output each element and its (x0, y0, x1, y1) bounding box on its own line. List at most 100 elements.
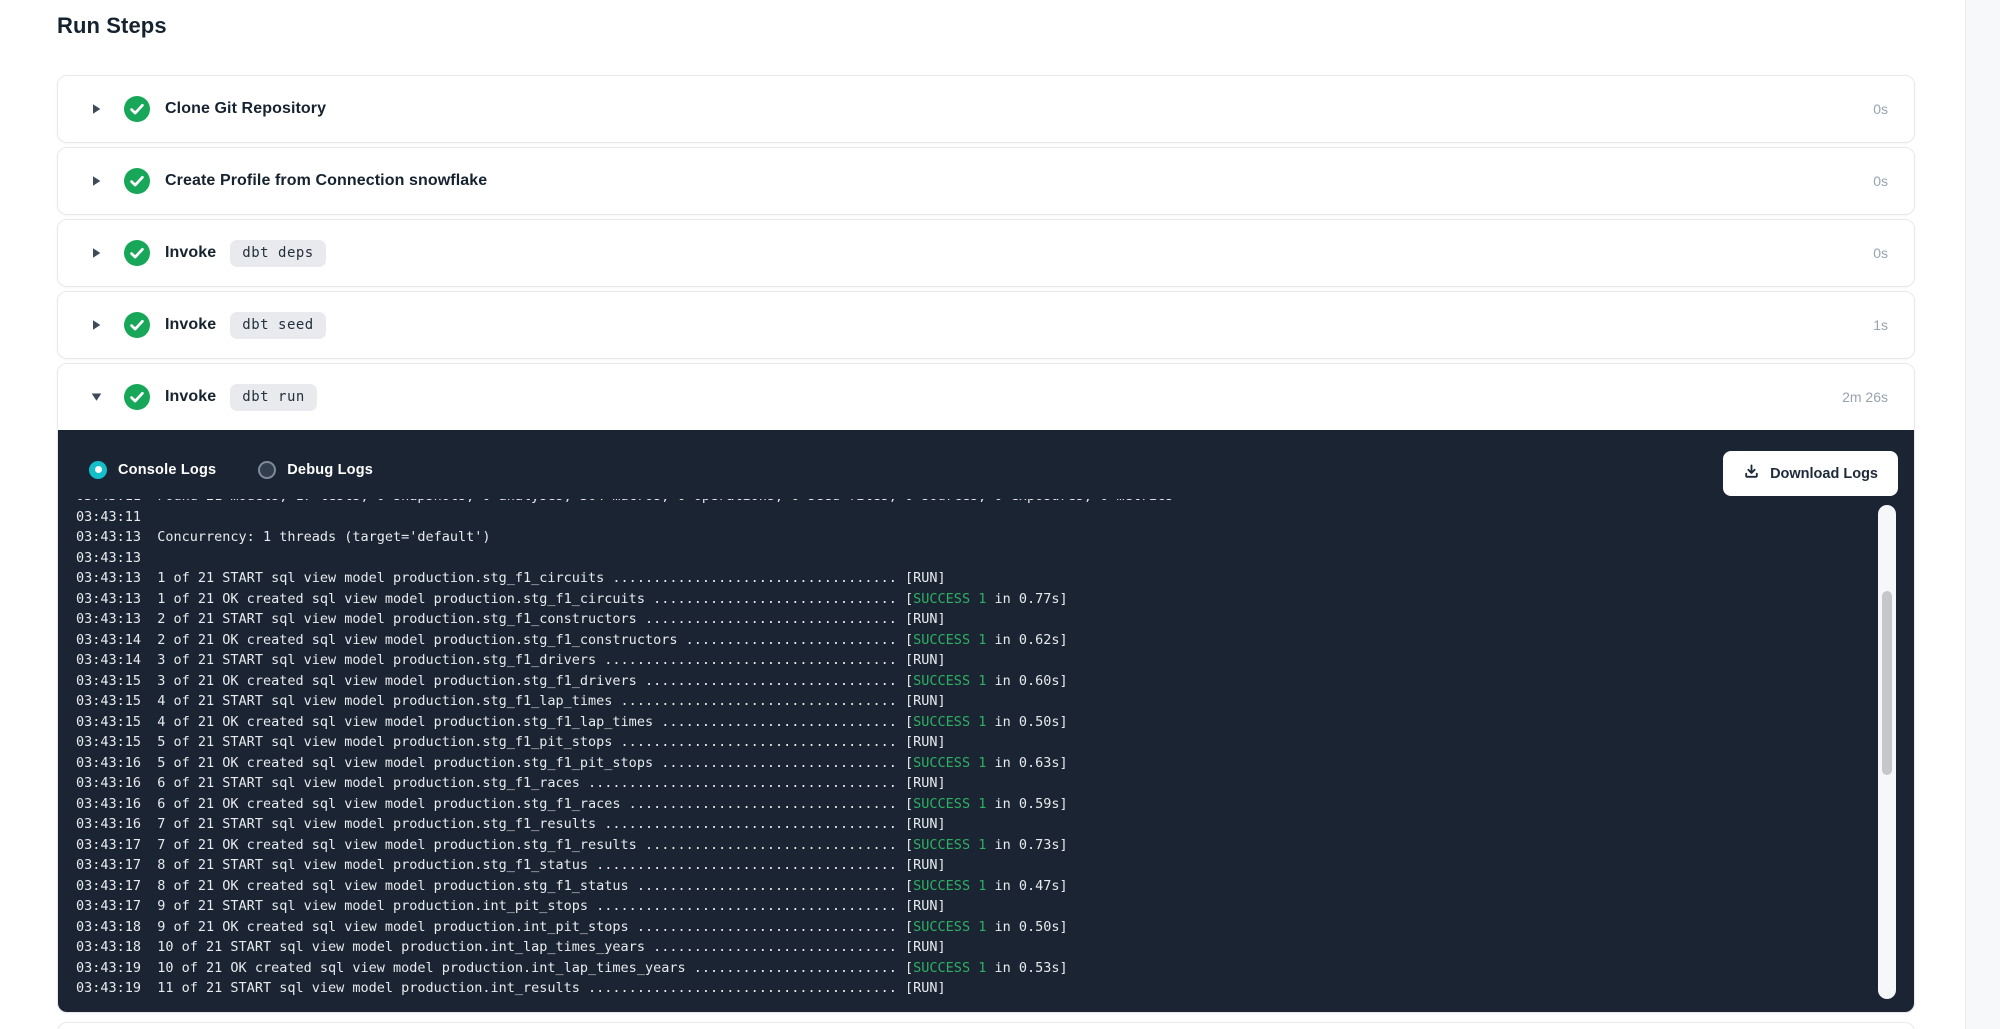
log-message: 2 of 21 OK created sql view model produc… (157, 632, 897, 648)
run-step-command-badge: dbt deps (230, 240, 325, 267)
chevron-right-icon[interactable] (90, 247, 102, 259)
log-status-success: SUCCESS 1 (913, 755, 986, 771)
radio-label: Console Logs (118, 462, 216, 478)
log-line: 03:43:131 of 21 START sql view model pro… (76, 568, 1914, 589)
run-step-duration: 0s (1873, 173, 1888, 189)
log-line: 03:43:154 of 21 OK created sql view mode… (76, 712, 1914, 733)
debug-logs-radio[interactable]: Debug Logs (258, 461, 373, 479)
log-status-detail: in 0.73s] (986, 837, 1067, 853)
run-step-duration: 0s (1873, 101, 1888, 117)
log-line: 03:43:177 of 21 OK created sql view mode… (76, 835, 1914, 856)
log-panel: Console Logs Debug Logs Download Logs 03:43… (58, 430, 1914, 1012)
log-timestamp: 03:43:11 (76, 499, 141, 504)
next-card-top-edge (57, 1022, 1915, 1029)
log-status: [ (897, 673, 913, 689)
run-step-command-badge: dbt run (230, 384, 317, 411)
log-line: 03:43:16 5 of 21 OK created sql view mode… (76, 753, 1914, 774)
chevron-right-icon[interactable] (90, 319, 102, 331)
log-status: [RUN] (897, 980, 946, 996)
run-step-label: Create Profile from Connection snowflake (165, 172, 487, 190)
log-timestamp: 03:43:11 (76, 509, 141, 525)
log-status-detail: in 0.63s] (986, 755, 1067, 771)
run-step-row[interactable]: Invoke dbt run 2m 26s (58, 364, 1914, 430)
log-status-success: SUCCESS 1 (913, 591, 986, 607)
run-step-row[interactable]: Invoke dbt seed 1s (58, 292, 1914, 358)
log-status-success: SUCCESS 1 (913, 878, 986, 894)
log-timestamp: 03:43:17 (76, 878, 141, 894)
run-step-label: Invoke (165, 244, 216, 262)
log-status-success: SUCCESS 1 (913, 796, 986, 812)
log-line: 03:43:132 of 21 START sql view model pro… (76, 609, 1914, 630)
log-message: 7 of 21 START sql view model production.… (157, 816, 897, 832)
log-status-success: SUCCESS 1 (913, 673, 986, 689)
log-timestamp: 03:43:16 (76, 775, 141, 791)
run-step-duration: 2m 26s (1842, 389, 1888, 405)
console-log-output[interactable]: 03:43:11Found 21 models, 17 tests, 0 sna… (58, 499, 1914, 1012)
log-timestamp: 03:43:16 (76, 755, 141, 771)
download-logs-button[interactable]: Download Logs (1723, 451, 1898, 496)
log-status: [RUN] (897, 775, 946, 791)
log-status: [RUN] (897, 693, 946, 709)
chevron-right-icon[interactable] (90, 103, 102, 115)
log-message: 11 of 21 START sql view model production… (157, 980, 897, 996)
run-step-row[interactable]: Clone Git Repository0s (58, 76, 1914, 142)
log-line: 03:43:143 of 21 START sql view model pro… (76, 650, 1914, 671)
run-step-duration: 1s (1873, 317, 1888, 333)
log-timestamp: 03:43:13 (76, 591, 141, 607)
log-line: 03:43:11 (76, 507, 1914, 528)
log-message: 4 of 21 START sql view model production.… (157, 693, 897, 709)
run-step-command-badge: dbt seed (230, 312, 325, 339)
log-message: 1 of 21 START sql view model production.… (157, 570, 897, 586)
log-status: [ (897, 714, 913, 730)
success-check-icon (124, 384, 150, 410)
run-step-duration: 0s (1873, 245, 1888, 261)
log-status-success: SUCCESS 1 (913, 714, 986, 730)
success-check-icon (124, 312, 150, 338)
log-status: [ (897, 632, 913, 648)
log-scrollbar-thumb[interactable] (1882, 591, 1892, 775)
run-step-label: Invoke (165, 316, 216, 334)
log-status-detail: in 0.50s] (986, 714, 1067, 730)
log-status-detail: in 0.47s] (986, 878, 1067, 894)
run-step-label: Invoke (165, 388, 216, 406)
log-timestamp: 03:43:14 (76, 632, 141, 648)
chevron-down-icon[interactable] (90, 391, 102, 403)
radio-label: Debug Logs (287, 462, 373, 478)
log-timestamp: 03:43:17 (76, 857, 141, 873)
console-logs-radio[interactable]: Console Logs (89, 461, 216, 479)
log-message: 8 of 21 START sql view model production.… (157, 857, 897, 873)
log-message: 3 of 21 OK created sql view model produc… (157, 673, 897, 689)
log-status-detail: in 0.60s] (986, 673, 1067, 689)
log-status: [ (897, 796, 913, 812)
log-timestamp: 03:43:18 (76, 919, 141, 935)
log-status-detail: in 0.50s] (986, 919, 1067, 935)
log-status: [RUN] (897, 857, 946, 873)
log-lines: 03:43:11Found 21 models, 17 tests, 0 sna… (76, 499, 1914, 999)
run-step-card: Invoke dbt run 2m 26s Console Logs Debug Log… (57, 363, 1915, 1013)
radio-icon (89, 461, 107, 479)
log-message: 6 of 21 OK created sql view model produc… (157, 796, 897, 812)
log-message: 6 of 21 START sql view model production.… (157, 775, 897, 791)
log-status-detail: in 0.62s] (986, 632, 1067, 648)
log-line: 03:43:13Concurrency: 1 threads (target='… (76, 527, 1914, 548)
log-timestamp: 03:43:17 (76, 898, 141, 914)
run-step-row[interactable]: Create Profile from Connection snowflake… (58, 148, 1914, 214)
log-message: 5 of 21 OK created sql view model produc… (157, 755, 897, 771)
log-message: 3 of 21 START sql view model production.… (157, 652, 897, 668)
log-status-success: SUCCESS 1 (913, 960, 986, 976)
log-timestamp: 03:43:19 (76, 960, 141, 976)
log-message: 5 of 21 START sql view model production.… (157, 734, 897, 750)
log-timestamp: 03:43:19 (76, 980, 141, 996)
log-message: 10 of 21 START sql view model production… (157, 939, 897, 955)
log-line: 03:43:178 of 21 OK created sql view mode… (76, 876, 1914, 897)
log-line: 03:43:11Found 21 models, 17 tests, 0 sna… (76, 499, 1914, 507)
chevron-right-icon[interactable] (90, 175, 102, 187)
log-status: [ (897, 591, 913, 607)
log-timestamp: 03:43:15 (76, 734, 141, 750)
run-step-row[interactable]: Invoke dbt deps 0s (58, 220, 1914, 286)
run-step-card: Invoke dbt deps 0s (57, 219, 1915, 287)
log-scrollbar[interactable] (1878, 505, 1896, 999)
log-message: 10 of 21 OK created sql view model produ… (157, 960, 897, 976)
log-panel-header: Console Logs Debug Logs Download Logs (58, 430, 1914, 499)
log-message: 2 of 21 START sql view model production.… (157, 611, 897, 627)
